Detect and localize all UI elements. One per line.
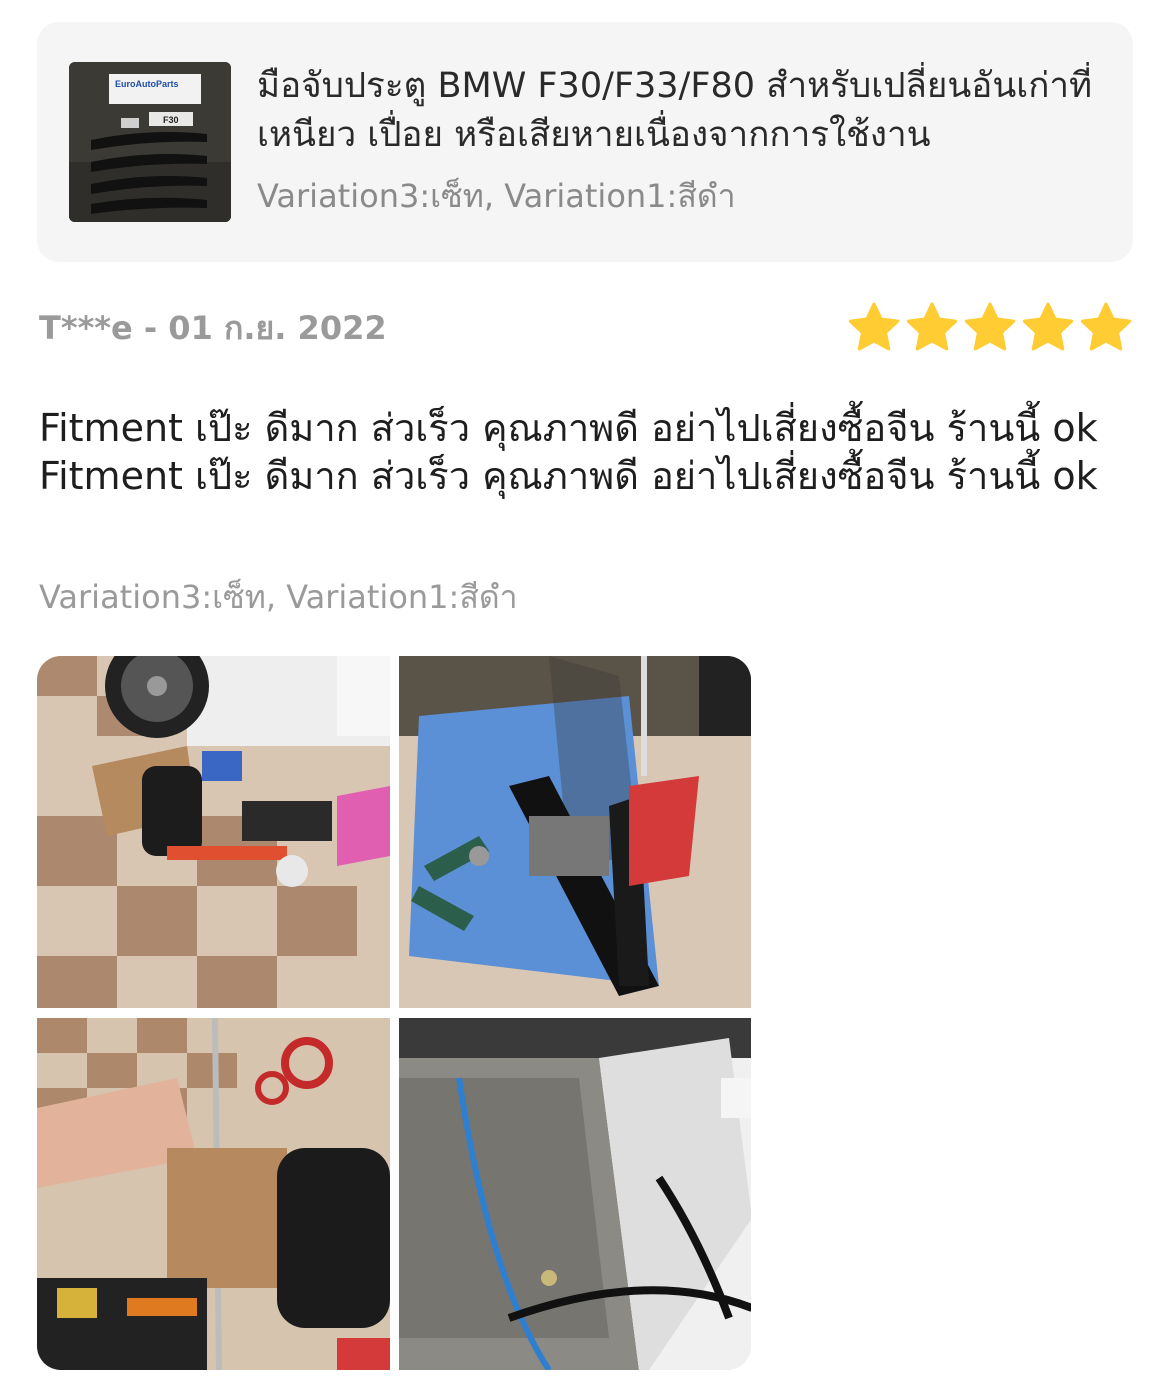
product-title: มือจับประตู BMW F30/F33/F80 สำหรับเปลี่ย… bbox=[257, 66, 1093, 155]
star-icon bbox=[846, 300, 902, 356]
review-meta: T***e - 01 ก.ย. 2022 bbox=[39, 306, 387, 350]
star-rating bbox=[846, 300, 1134, 356]
review-photo-grid bbox=[37, 656, 751, 1370]
product-thumbnail[interactable]: EuroAutoParts F30 bbox=[69, 62, 231, 222]
thumbnail-brand: EuroAutoParts bbox=[115, 79, 179, 89]
product-card[interactable]: EuroAutoParts F30 มือจับประตู BMW F30/F3… bbox=[37, 22, 1133, 262]
review-photo-door-handle-mechanism[interactable] bbox=[399, 656, 751, 1008]
star-icon bbox=[1020, 300, 1076, 356]
review-date: 01 ก.ย. 2022 bbox=[168, 309, 387, 347]
review-photo-tools-floor[interactable] bbox=[37, 656, 390, 1008]
star-icon bbox=[1078, 300, 1134, 356]
meta-separator: - bbox=[132, 309, 169, 347]
star-icon bbox=[904, 300, 960, 356]
star-icon bbox=[962, 300, 1018, 356]
review-photo-door-interior[interactable] bbox=[399, 1018, 751, 1370]
product-variation: Variation3:เซ็ท, Variation1:สีดำ bbox=[257, 177, 736, 215]
review-photo-tool-case[interactable] bbox=[37, 1018, 390, 1370]
review-text: Fitment เป๊ะ ดีมาก ส่วเร็ว คุณภาพดี อย่า… bbox=[39, 406, 1098, 498]
review-variation: Variation3:เซ็ท, Variation1:สีดำ bbox=[39, 578, 518, 616]
thumbnail-label: F30 bbox=[163, 115, 179, 125]
reviewer-name: T***e bbox=[39, 309, 133, 347]
